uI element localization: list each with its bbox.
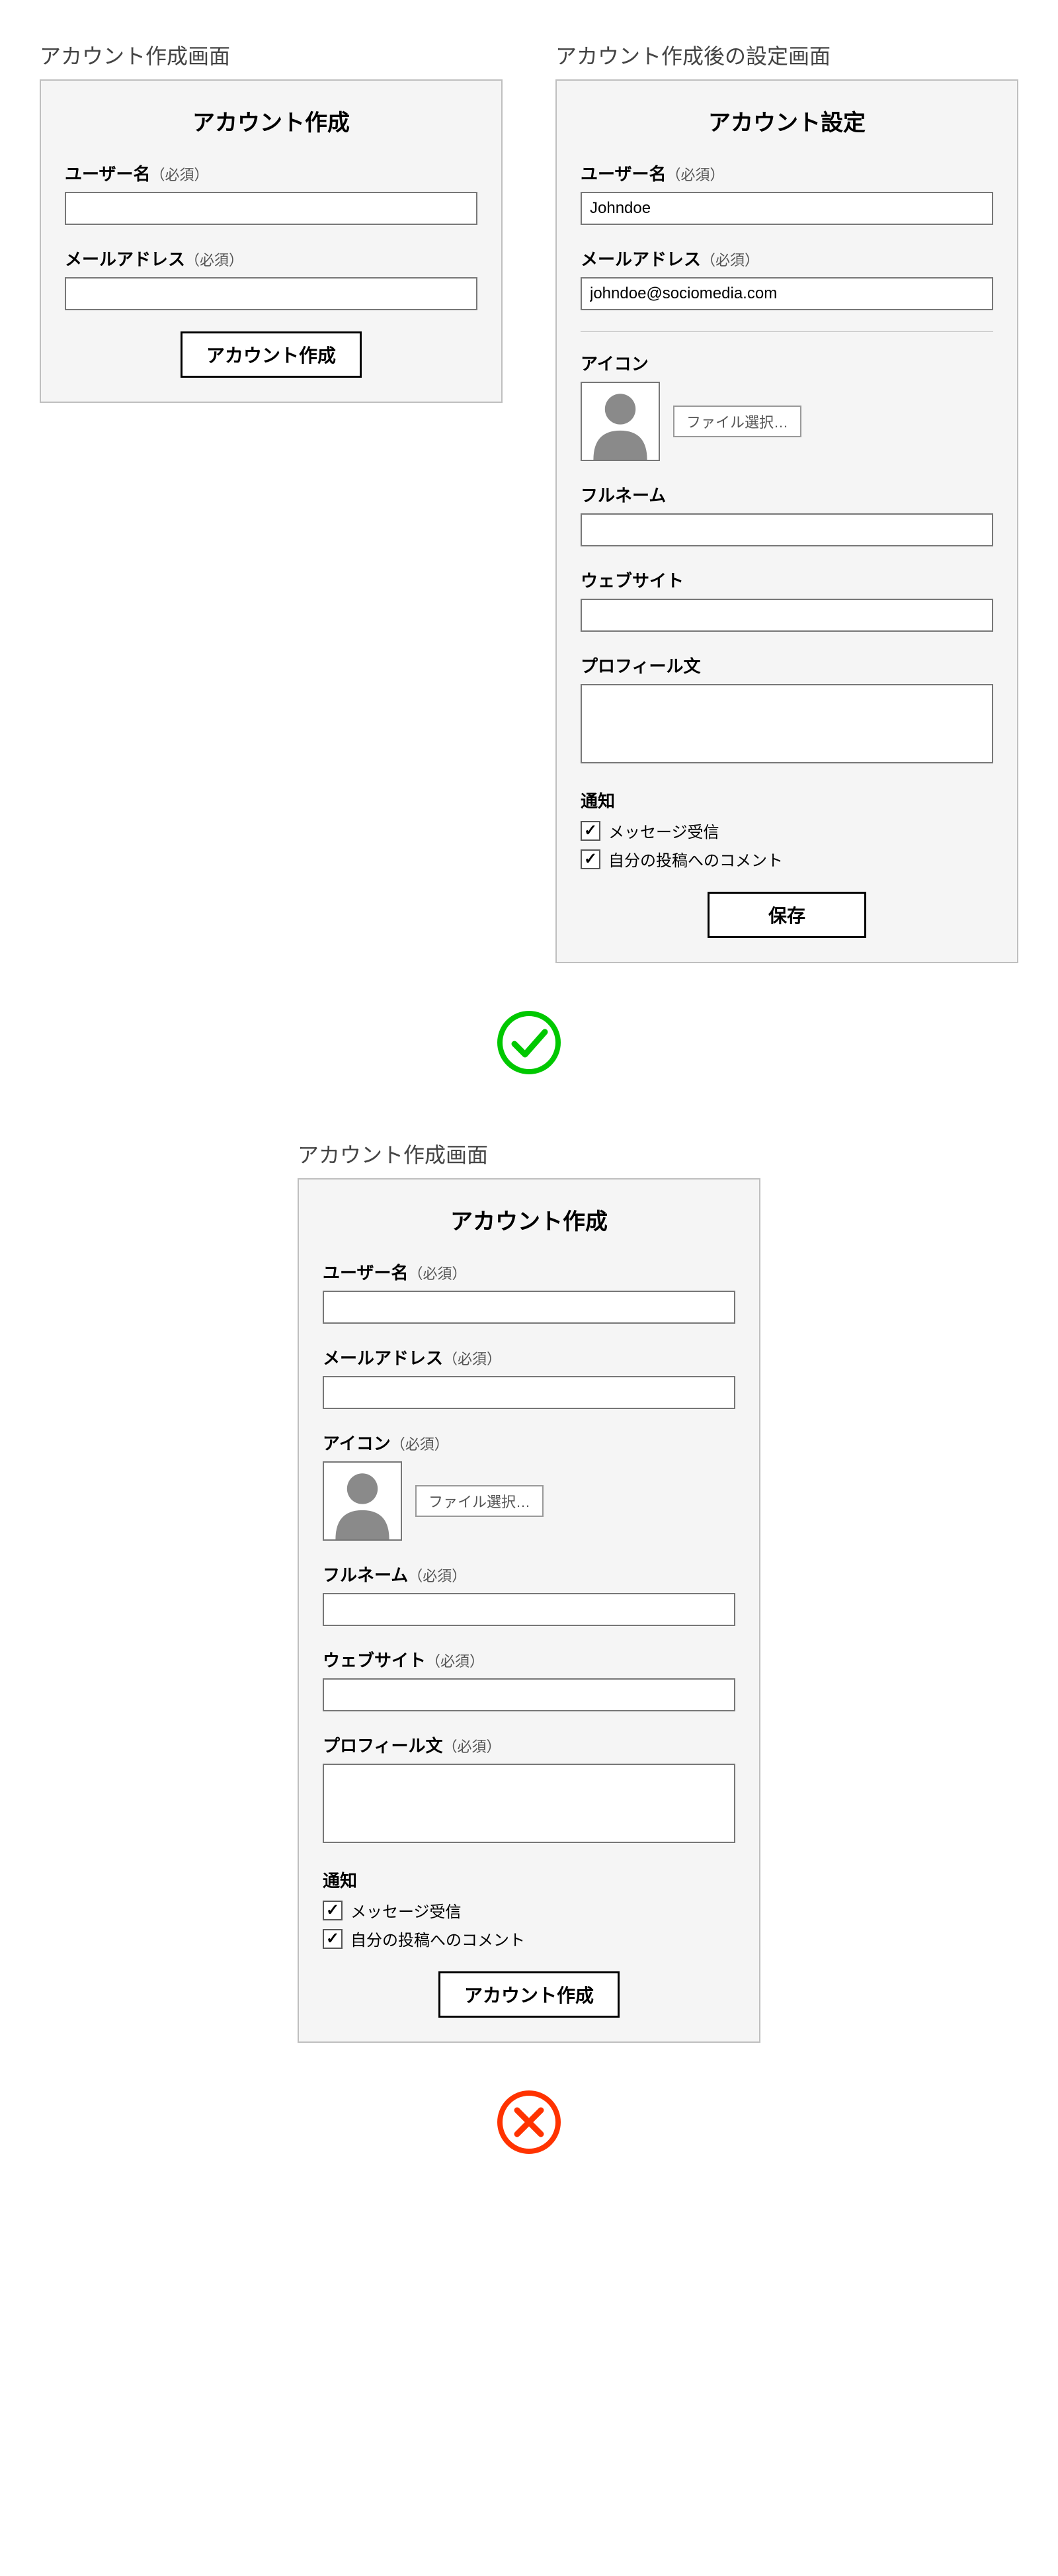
good-settings-panel-title: アカウント設定 <box>581 105 993 137</box>
good-settings-email-label: メールアドレス（必須） <box>581 246 993 271</box>
good-create-email-label: メールアドレス（必須） <box>65 246 477 271</box>
bad-create-panel: アカウント作成 ユーザー名（必須） メールアドレス（必須） アイコン（必須） <box>298 1178 760 2043</box>
bad-create-username-label: ユーザー名（必須） <box>323 1260 735 1284</box>
bad-create-fullname-input[interactable] <box>323 1593 735 1626</box>
good-create-email-input[interactable] <box>65 277 477 310</box>
bad-create-cb1-label: メッセージ受信 <box>350 1899 462 1922</box>
bad-create-notify-section: 通知 ✓ メッセージ受信 ✓ 自分の投稿へのコメント <box>323 1868 735 1950</box>
bad-create-profile-field: プロフィール文（必須） <box>323 1733 735 1846</box>
good-settings-profile-label: プロフィール文 <box>581 653 993 677</box>
bad-create-cb1-checkbox[interactable]: ✓ <box>323 1901 343 1920</box>
good-settings-username-input[interactable] <box>581 192 993 225</box>
bad-create-panel-title: アカウント作成 <box>323 1203 735 1236</box>
bad-create-username-input[interactable] <box>323 1291 735 1324</box>
bad-create-username-field: ユーザー名（必須） <box>323 1260 735 1324</box>
good-settings-website-label: ウェブサイト <box>581 568 993 592</box>
bad-create-submit-button[interactable]: アカウント作成 <box>438 1971 620 2018</box>
good-settings-email-field: メールアドレス（必須） <box>581 246 993 310</box>
good-settings-file-select-button[interactable]: ファイル選択… <box>673 406 801 437</box>
good-settings-cb1-checkbox[interactable]: ✓ <box>581 821 600 841</box>
bad-judgement <box>40 2089 1018 2159</box>
good-settings-email-input[interactable] <box>581 277 993 310</box>
bad-create-website-field: ウェブサイト（必須） <box>323 1647 735 1711</box>
divider <box>581 331 993 332</box>
bad-create-file-select-button[interactable]: ファイル選択… <box>415 1485 544 1517</box>
good-settings-fullname-input[interactable] <box>581 513 993 546</box>
avatar-placeholder-icon <box>323 1461 402 1541</box>
good-settings-notify-section: 通知 ✓ メッセージ受信 ✓ 自分の投稿へのコメント <box>581 788 993 871</box>
good-settings-screen-title: アカウント作成後の設定画面 <box>555 40 1018 70</box>
good-settings-website-field: ウェブサイト <box>581 568 993 632</box>
good-settings-website-input[interactable] <box>581 599 993 632</box>
good-settings-username-label: ユーザー名（必須） <box>581 161 993 185</box>
bad-example-block: アカウント作成画面 アカウント作成 ユーザー名（必須） メールアドレス（必須） <box>40 1138 1018 2043</box>
good-settings-username-field: ユーザー名（必須） <box>581 161 993 225</box>
bad-create-notify-label: 通知 <box>323 1868 735 1892</box>
good-settings-notify-label: 通知 <box>581 788 993 812</box>
good-settings-column: アカウント作成後の設定画面 アカウント設定 ユーザー名（必須） メールアドレス（… <box>555 40 1018 963</box>
good-create-email-field: メールアドレス（必須） <box>65 246 477 310</box>
good-settings-submit-button[interactable]: 保存 <box>708 892 866 938</box>
good-settings-fullname-label: フルネーム <box>581 482 993 507</box>
bad-create-profile-textarea[interactable] <box>323 1764 735 1843</box>
good-create-submit-button[interactable]: アカウント作成 <box>181 331 362 378</box>
good-create-username-label: ユーザー名（必須） <box>65 161 477 185</box>
bad-create-screen-title: アカウント作成画面 <box>298 1138 488 1169</box>
good-create-username-field: ユーザー名（必須） <box>65 161 477 225</box>
good-create-username-input[interactable] <box>65 192 477 225</box>
bad-create-website-label: ウェブサイト（必須） <box>323 1647 735 1672</box>
good-create-column: アカウント作成画面 アカウント作成 ユーザー名（必須） メールアドレス（必須） <box>40 40 503 963</box>
good-settings-panel: アカウント設定 ユーザー名（必須） メールアドレス（必須） アイコン <box>555 79 1018 963</box>
bad-create-cb2-label: 自分の投稿へのコメント <box>350 1927 525 1950</box>
good-settings-profile-textarea[interactable] <box>581 684 993 763</box>
good-create-panel: アカウント作成 ユーザー名（必須） メールアドレス（必須） アカウント作成 <box>40 79 503 403</box>
bad-create-website-input[interactable] <box>323 1678 735 1711</box>
good-settings-icon-field: アイコン ファイル選択… <box>581 351 993 461</box>
good-judgement <box>40 1009 1018 1079</box>
good-settings-cb2-label: 自分の投稿へのコメント <box>608 847 783 871</box>
bad-create-fullname-label: フルネーム（必須） <box>323 1562 735 1586</box>
bad-create-icon-label: アイコン（必須） <box>323 1430 735 1455</box>
good-example-row: アカウント作成画面 アカウント作成 ユーザー名（必須） メールアドレス（必須） <box>40 40 1018 963</box>
good-settings-profile-field: プロフィール文 <box>581 653 993 767</box>
bad-create-email-field: メールアドレス（必須） <box>323 1345 735 1409</box>
bad-create-email-input[interactable] <box>323 1376 735 1409</box>
bad-create-icon-field: アイコン（必須） ファイル選択… <box>323 1430 735 1541</box>
bad-create-email-label: メールアドレス（必須） <box>323 1345 735 1369</box>
good-create-panel-title: アカウント作成 <box>65 105 477 137</box>
bad-create-cb2-checkbox[interactable]: ✓ <box>323 1929 343 1949</box>
good-settings-cb2-checkbox[interactable]: ✓ <box>581 849 600 869</box>
good-settings-cb1-label: メッセージ受信 <box>608 819 719 842</box>
good-settings-fullname-field: フルネーム <box>581 482 993 546</box>
bad-cross-icon <box>496 2147 562 2158</box>
bad-create-fullname-field: フルネーム（必須） <box>323 1562 735 1626</box>
good-create-screen-title: アカウント作成画面 <box>40 40 503 70</box>
good-settings-icon-label: アイコン <box>581 351 993 375</box>
avatar-placeholder-icon <box>581 382 660 461</box>
good-check-icon <box>496 1067 562 1078</box>
bad-create-profile-label: プロフィール文（必須） <box>323 1733 735 1757</box>
